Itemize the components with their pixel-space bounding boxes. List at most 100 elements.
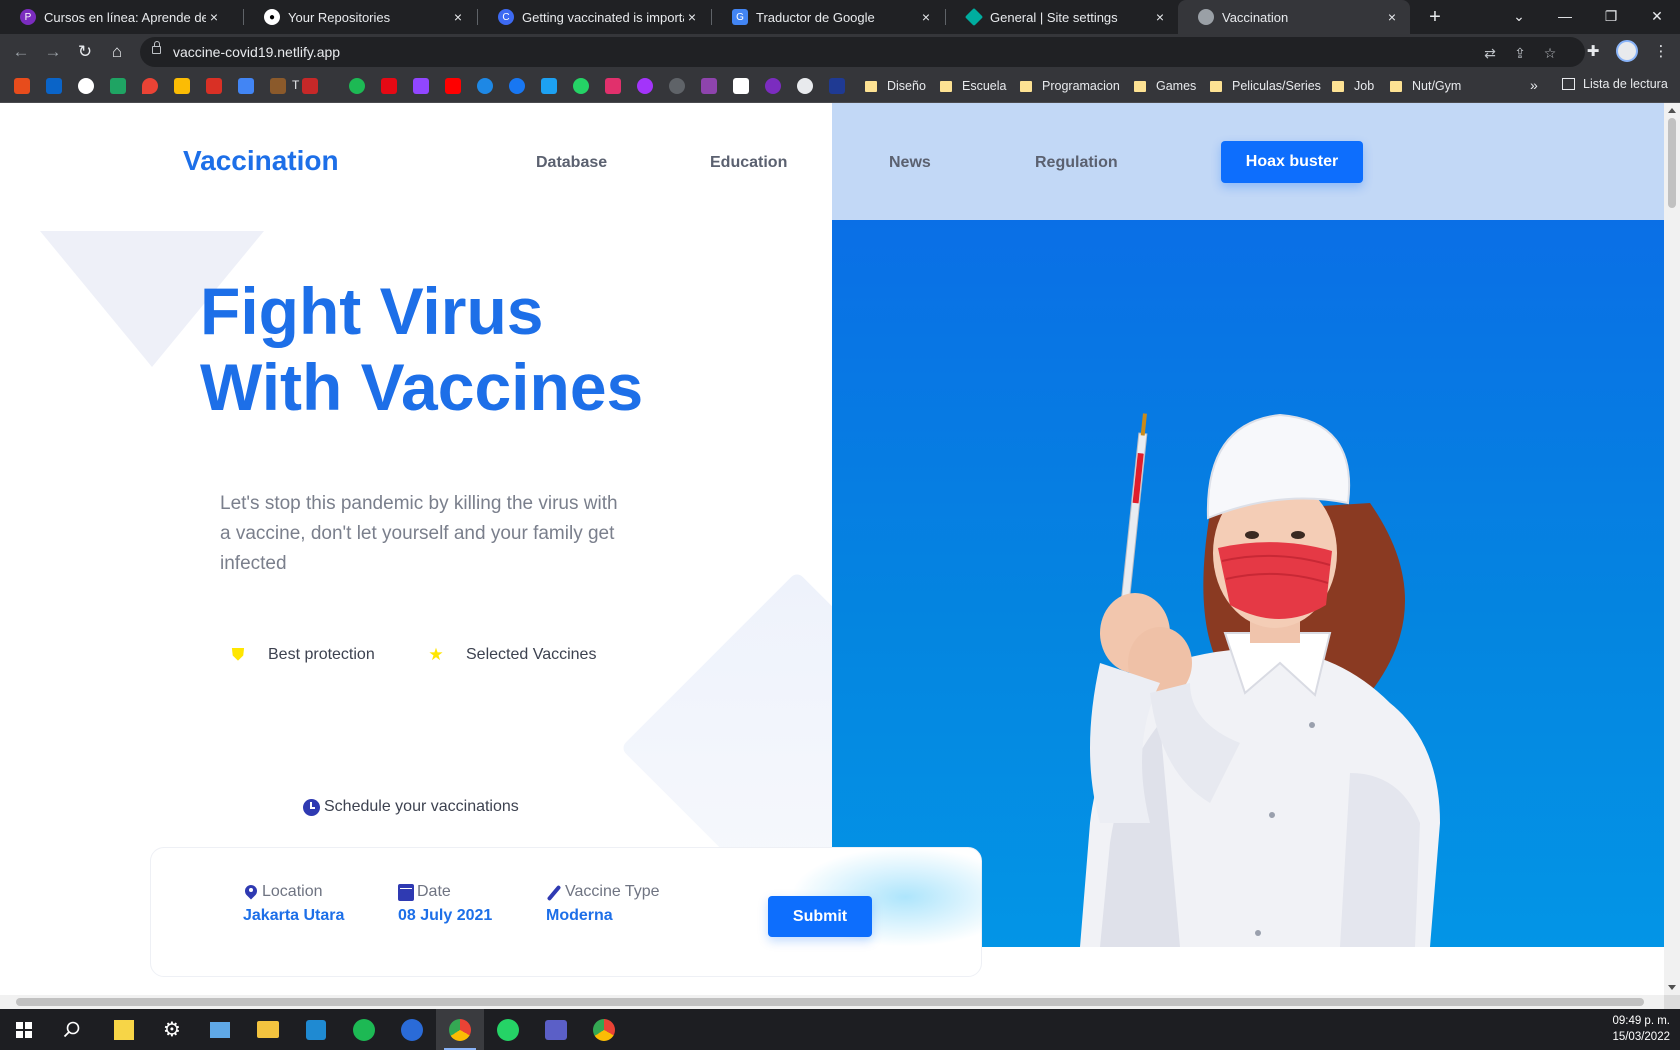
new-tab-button[interactable]: + xyxy=(1422,4,1448,30)
netflix-icon[interactable] xyxy=(381,78,397,94)
platzi-bookmark-icon[interactable] xyxy=(765,78,781,94)
control-panel-app[interactable] xyxy=(196,1009,244,1050)
drive-icon[interactable] xyxy=(110,78,126,94)
bookmark-folder-games[interactable]: Games xyxy=(1134,76,1196,96)
home-button[interactable]: ⌂ xyxy=(104,39,130,65)
office-icon[interactable] xyxy=(14,78,30,94)
close-window-button[interactable]: ✕ xyxy=(1634,0,1680,34)
scroll-thumb[interactable] xyxy=(16,998,1644,1006)
crown-icon[interactable] xyxy=(701,78,717,94)
bookmark-folder-programacion[interactable]: Programacion xyxy=(1020,76,1120,96)
coffee-icon[interactable] xyxy=(270,78,286,94)
gmail-icon[interactable] xyxy=(206,78,222,94)
ef-icon[interactable] xyxy=(829,78,845,94)
play-icon[interactable] xyxy=(477,78,493,94)
scroll-up-arrow[interactable] xyxy=(1668,108,1676,113)
restore-button[interactable]: ❐ xyxy=(1588,0,1634,34)
translate-icon[interactable]: ⇄ xyxy=(1480,43,1500,63)
whatsapp-icon[interactable] xyxy=(573,78,589,94)
spotify-app[interactable] xyxy=(340,1009,388,1050)
tab-netlify[interactable]: General | Site settings × xyxy=(946,0,1178,34)
nav-news[interactable]: News xyxy=(889,154,931,172)
firefox-app[interactable] xyxy=(388,1009,436,1050)
site-logo[interactable]: Vaccination xyxy=(183,145,339,177)
date-field[interactable]: Date 08 July 2021 xyxy=(398,883,492,925)
github-bookmark-icon[interactable] xyxy=(797,78,813,94)
instagram-icon[interactable] xyxy=(605,78,621,94)
twitch-icon[interactable] xyxy=(413,78,429,94)
system-clock[interactable]: 09:49 p. m. 15/03/2022 xyxy=(1612,1013,1670,1045)
more-bookmarks-button[interactable]: » xyxy=(1530,77,1538,93)
tab-platzi[interactable]: P Cursos en línea: Aprende de todo × xyxy=(0,0,232,34)
spotify-icon[interactable] xyxy=(349,78,365,94)
bookmark-folder-peliculas[interactable]: Peliculas/Series xyxy=(1210,76,1321,96)
scroll-down-arrow[interactable] xyxy=(1668,985,1676,990)
tab-translate[interactable]: G Traductor de Google × xyxy=(712,0,944,34)
submit-button[interactable]: Submit xyxy=(768,896,872,937)
vscode-app[interactable] xyxy=(292,1009,340,1050)
location-value[interactable]: Jakarta Utara xyxy=(243,907,344,925)
vertical-scrollbar[interactable] xyxy=(1664,103,1680,995)
vaccine-type-value[interactable]: Moderna xyxy=(546,907,660,925)
nav-database[interactable]: Database xyxy=(536,154,607,172)
bookmark-star-icon[interactable]: ☆ xyxy=(1540,43,1560,63)
photos-icon[interactable] xyxy=(174,78,190,94)
search-button[interactable] xyxy=(48,1009,96,1050)
outlook-icon[interactable] xyxy=(46,78,62,94)
nav-regulation[interactable]: Regulation xyxy=(1035,154,1118,172)
messenger-icon[interactable] xyxy=(637,78,653,94)
nav-education[interactable]: Education xyxy=(710,154,787,172)
google-icon[interactable] xyxy=(78,78,94,94)
share-icon[interactable]: ⇪ xyxy=(1510,43,1530,63)
sheet-icon[interactable] xyxy=(302,78,318,94)
date-value[interactable]: 08 July 2021 xyxy=(398,907,492,925)
facebook-icon[interactable] xyxy=(509,78,525,94)
close-icon[interactable]: × xyxy=(684,9,700,25)
reading-list-button[interactable]: Lista de lectura xyxy=(1562,77,1668,91)
close-icon[interactable]: × xyxy=(450,9,466,25)
bookmark-folder-nutgym[interactable]: Nut/Gym xyxy=(1390,76,1461,96)
lock-icon[interactable] xyxy=(152,41,161,54)
tab-search-icon[interactable]: ⌄ xyxy=(1496,0,1542,34)
maps-icon[interactable] xyxy=(142,78,158,94)
youtube-icon[interactable] xyxy=(445,78,461,94)
extensions-icon[interactable]: ✚ xyxy=(1580,39,1606,65)
bookmark-folder-job[interactable]: Job xyxy=(1332,76,1374,96)
speedometer-icon[interactable] xyxy=(669,78,685,94)
close-icon[interactable]: × xyxy=(918,9,934,25)
back-button[interactable]: ← xyxy=(8,39,34,65)
tab-article[interactable]: C Getting vaccinated is important × xyxy=(478,0,710,34)
teams-app[interactable] xyxy=(532,1009,580,1050)
profile-avatar[interactable] xyxy=(1616,40,1638,62)
bookmark-t-label[interactable]: T xyxy=(292,78,299,92)
horizontal-scrollbar[interactable] xyxy=(0,995,1664,1009)
close-icon[interactable]: × xyxy=(206,9,222,25)
reload-button[interactable]: ↻ xyxy=(72,39,98,65)
start-button[interactable] xyxy=(0,1009,48,1050)
scroll-thumb[interactable] xyxy=(1668,118,1676,208)
file-explorer-app[interactable] xyxy=(244,1009,292,1050)
minimize-button[interactable]: — xyxy=(1542,0,1588,34)
close-icon[interactable]: × xyxy=(1384,9,1400,25)
chrome-app[interactable] xyxy=(436,1009,484,1050)
settings-app[interactable]: ⚙ xyxy=(148,1009,196,1050)
menu-icon[interactable]: ⋮ xyxy=(1648,39,1674,65)
reading-list-icon xyxy=(1562,78,1575,90)
translate-bookmark-icon[interactable] xyxy=(238,78,254,94)
url-text[interactable]: vaccine-covid19.netlify.app xyxy=(173,44,340,60)
whatsapp-app[interactable] xyxy=(484,1009,532,1050)
bookmark-folder-diseno[interactable]: Diseño xyxy=(865,76,926,96)
hoax-buster-button[interactable]: Hoax buster xyxy=(1221,141,1363,183)
bookmark-folder-escuela[interactable]: Escuela xyxy=(940,76,1006,96)
forward-button[interactable]: → xyxy=(40,39,66,65)
sticky-notes-app[interactable] xyxy=(100,1009,148,1050)
close-icon[interactable]: × xyxy=(1152,9,1168,25)
twitter-icon[interactable] xyxy=(541,78,557,94)
address-bar[interactable]: vaccine-covid19.netlify.app ⇄ ⇪ ☆ xyxy=(140,37,1585,67)
vaccine-type-field[interactable]: Vaccine Type Moderna xyxy=(546,883,660,925)
tab-github[interactable]: ● Your Repositories × xyxy=(244,0,476,34)
amazon-icon[interactable] xyxy=(733,78,749,94)
location-field[interactable]: Location Jakarta Utara xyxy=(243,883,344,925)
tab-vaccination[interactable]: Vaccination × xyxy=(1178,0,1410,34)
chrome-profile-app[interactable] xyxy=(580,1009,628,1050)
